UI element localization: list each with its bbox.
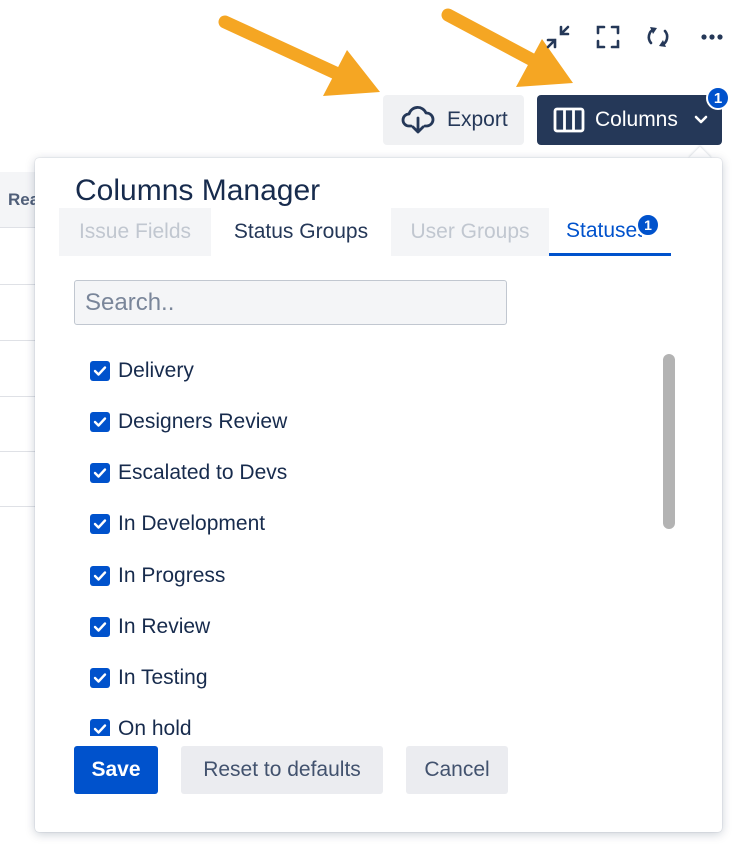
tab-user-groups[interactable]: User Groups [391,208,549,256]
checkbox[interactable] [90,617,110,637]
tab-label: Status Groups [233,220,369,243]
check-icon [93,622,107,632]
table-row-divider [0,396,40,397]
checkbox[interactable] [90,463,110,483]
list-item[interactable]: On hold [90,714,192,736]
list-item[interactable]: In Development [90,509,265,539]
reset-to-defaults-button[interactable]: Reset to defaults [181,746,383,794]
check-icon [93,417,107,427]
table-row-divider [0,284,40,285]
item-label: In Progress [118,564,226,587]
item-label: Designers Review [118,410,288,433]
tab-bar: Issue Fields Status Groups User Groups S… [59,208,671,256]
annotation-arrow-export [218,15,380,96]
item-label: Delivery [118,359,194,382]
item-label: In Testing [118,666,208,689]
checkbox[interactable] [90,668,110,688]
list-item[interactable]: In Progress [90,561,225,591]
tab-label: Statuses [566,218,642,242]
check-icon [93,468,107,478]
more-icon[interactable] [697,22,727,52]
list-item[interactable]: Escalated to Devs [90,458,287,488]
check-icon [93,673,107,683]
columns-icon [553,107,585,133]
check-icon [93,519,107,529]
columns-badge: 1 [706,86,730,110]
checkbox[interactable] [90,361,110,381]
check-icon [93,724,107,734]
export-label: Export [447,108,508,131]
columns-label: Columns [595,108,678,131]
table-row-divider [0,451,40,452]
table-row-divider [0,506,40,507]
check-icon [93,366,107,376]
list-item[interactable]: Designers Review [90,407,287,437]
status-list: Delivery Designers Review Escalated to D… [90,354,650,736]
item-label: On hold [118,717,192,736]
table-row-divider [0,340,40,341]
list-item[interactable]: Delivery [90,356,194,386]
table-header-cell: Rea [0,172,40,228]
cloud-download-icon [401,106,435,134]
scrollbar-thumb[interactable] [663,354,675,529]
refresh-icon[interactable] [643,22,673,52]
statuses-tab-badge: 1 [636,213,660,237]
checkbox[interactable] [90,719,110,736]
tab-label: User Groups [410,220,530,243]
fullscreen-icon[interactable] [593,22,623,52]
tab-label: Issue Fields [78,220,192,243]
list-item[interactable]: In Testing [90,663,208,693]
chevron-down-icon [694,115,708,124]
search-input[interactable] [74,280,507,325]
check-icon [93,571,107,581]
checkbox[interactable] [90,412,110,432]
cancel-button[interactable]: Cancel [406,746,508,794]
checkbox[interactable] [90,514,110,534]
columns-button[interactable]: Columns [537,95,722,145]
checkbox[interactable] [90,566,110,586]
item-label: In Development [118,512,266,535]
columns-manager-panel: Columns Manager Issue Fields Status Grou… [35,158,722,832]
list-item[interactable]: In Review [90,612,210,642]
panel-title: Columns Manager [75,174,321,207]
collapse-icon[interactable] [543,22,573,52]
item-label: In Review [118,615,211,638]
scrollbar[interactable] [663,354,675,529]
tab-issue-fields[interactable]: Issue Fields [59,208,211,256]
save-button[interactable]: Save [74,746,158,794]
tab-status-groups[interactable]: Status Groups [211,208,391,256]
export-button[interactable]: Export [383,95,524,145]
item-label: Escalated to Devs [118,461,288,484]
